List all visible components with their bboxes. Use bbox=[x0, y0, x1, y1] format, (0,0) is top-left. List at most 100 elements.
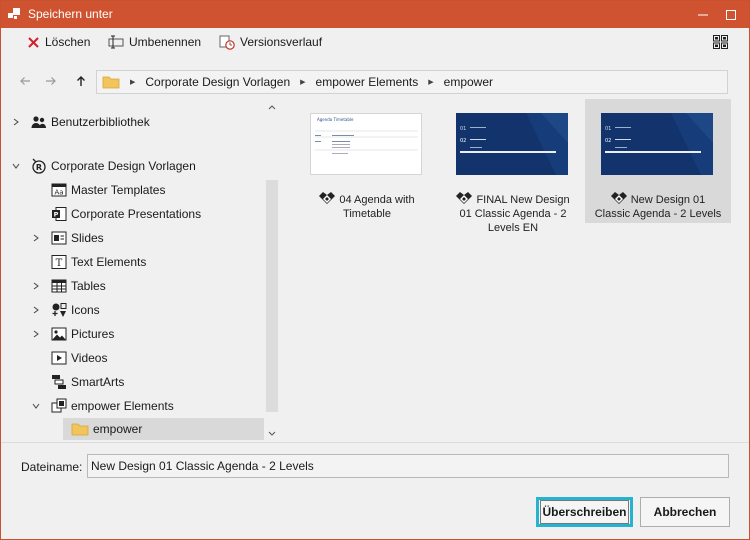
tree-item-label: empower bbox=[93, 422, 143, 436]
empower-logo-icon bbox=[319, 192, 336, 204]
app-icon bbox=[8, 8, 20, 19]
chevron-up-icon bbox=[268, 105, 276, 110]
picture-icon bbox=[51, 326, 67, 342]
chevron-right-icon[interactable] bbox=[31, 329, 41, 339]
tree-item-benutzerbibliothek[interactable]: Benutzerbibliothek bbox=[11, 111, 266, 133]
folder-icon bbox=[102, 76, 120, 89]
scroll-up-button[interactable] bbox=[267, 102, 277, 112]
tree-item-label: Benutzerbibliothek bbox=[51, 115, 150, 129]
divider bbox=[1, 442, 749, 443]
tree-item-slides[interactable]: Slides bbox=[31, 227, 266, 249]
minimize-button-hitbox bbox=[689, 1, 717, 28]
tree-item-corporate-design-vorlagen[interactable]: R Corporate Design Vorlagen bbox=[11, 155, 266, 177]
file-tile-final-new-design[interactable]: 01 02 FINAL New Design 01 Classic Agenda… bbox=[440, 99, 586, 234]
tree-scrollbar-thumb[interactable] bbox=[266, 180, 278, 412]
slide-thumbnail-blue: 01 02 bbox=[601, 113, 713, 175]
filename-label: Dateiname: bbox=[21, 460, 83, 474]
text-element-icon: T bbox=[51, 254, 67, 270]
chevron-right-icon[interactable] bbox=[11, 117, 21, 127]
brand-icon: R bbox=[31, 158, 47, 174]
powerpoint-icon: P bbox=[51, 206, 67, 222]
cancel-label: Abbrechen bbox=[653, 505, 717, 519]
overwrite-button[interactable]: Überschreiben bbox=[536, 497, 633, 527]
tree-item-icons[interactable]: Icons bbox=[31, 299, 266, 321]
arrow-up-icon bbox=[77, 76, 85, 86]
tree-item-label: Master Templates bbox=[71, 183, 166, 197]
tree-item-label: Corporate Presentations bbox=[71, 207, 202, 221]
breadcrumb-separator-icon: ▶ bbox=[300, 79, 306, 86]
forward-button[interactable] bbox=[43, 73, 59, 89]
tree-item-label: Videos bbox=[71, 351, 108, 365]
svg-text:02: 02 bbox=[460, 138, 466, 144]
maximize-icon bbox=[726, 9, 736, 20]
chevron-down-icon bbox=[268, 431, 276, 436]
rename-button[interactable]: Umbenennen bbox=[108, 33, 201, 51]
svg-text:01: 01 bbox=[605, 126, 611, 132]
grid-view-icon bbox=[713, 35, 728, 49]
tree-item-text-elements[interactable]: T Text Elements bbox=[51, 251, 266, 273]
toolbar: Löschen Umbenennen Versionsverlauf bbox=[1, 28, 749, 56]
breadcrumb-separator-icon: ▶ bbox=[428, 79, 434, 86]
tree-item-label: Pictures bbox=[71, 327, 115, 341]
rename-label: Umbenennen bbox=[129, 35, 202, 49]
svg-text:01: 01 bbox=[460, 126, 466, 132]
cancel-button[interactable]: Abbrechen bbox=[640, 497, 730, 527]
file-tile-agenda-timetable[interactable]: Agenda Timetable 04 Agenda with Timetabl… bbox=[294, 99, 440, 223]
svg-text:R: R bbox=[36, 163, 42, 172]
chevron-right-icon[interactable] bbox=[31, 281, 41, 291]
slide-thumbnail-blue: 01 02 bbox=[456, 113, 568, 175]
video-icon bbox=[51, 350, 67, 366]
smartart-icon bbox=[51, 374, 67, 390]
filename-input[interactable] bbox=[87, 454, 729, 478]
master-template-icon: Aa bbox=[51, 182, 67, 198]
address-bar[interactable]: ▶ Corporate Design Vorlagen ▶ empower El… bbox=[96, 70, 728, 94]
svg-text:Aa: Aa bbox=[54, 189, 63, 197]
tree-item-label: Corporate Design Vorlagen bbox=[51, 159, 196, 173]
delete-button[interactable]: Löschen bbox=[27, 33, 90, 51]
title-bar: Speichern unter bbox=[1, 1, 749, 28]
svg-text:P: P bbox=[54, 211, 59, 219]
breadcrumb-item-empower-elements[interactable]: empower Elements bbox=[316, 75, 419, 89]
tree-item-empower[interactable]: empower bbox=[63, 418, 264, 440]
scroll-down-button[interactable] bbox=[267, 429, 277, 439]
version-history-label: Versionsverlauf bbox=[240, 35, 323, 49]
empower-logo-icon bbox=[610, 192, 627, 204]
chevron-down-icon[interactable] bbox=[31, 401, 41, 411]
breadcrumb-item-empower[interactable]: empower bbox=[444, 75, 493, 89]
delete-x-icon bbox=[28, 36, 39, 48]
folder-icon bbox=[71, 421, 89, 437]
window-title: Speichern unter bbox=[28, 7, 113, 21]
chevron-down-icon[interactable] bbox=[11, 161, 21, 171]
svg-text:T: T bbox=[56, 258, 63, 269]
breadcrumb-item-corporate-design[interactable]: Corporate Design Vorlagen bbox=[145, 75, 290, 89]
table-icon bbox=[51, 278, 67, 294]
file-name: 04 Agenda with Timetable bbox=[294, 192, 440, 221]
tree-item-label: SmartArts bbox=[71, 375, 125, 389]
tree-item-empower-elements[interactable]: empower Elements bbox=[31, 395, 266, 417]
tree-item-master-templates[interactable]: Aa Master Templates bbox=[51, 179, 266, 201]
users-icon bbox=[31, 114, 47, 130]
tree-item-corporate-presentations[interactable]: P Corporate Presentations bbox=[51, 203, 266, 225]
elements-icon bbox=[51, 398, 67, 414]
back-button[interactable] bbox=[17, 73, 33, 89]
file-name: New Design 01 Classic Agenda - 2 Levels bbox=[594, 192, 722, 220]
save-as-dialog: Speichern unter Löschen Umbenennen Versi… bbox=[0, 0, 750, 540]
tree-item-pictures[interactable]: Pictures bbox=[31, 323, 266, 345]
maximize-button[interactable] bbox=[717, 1, 745, 28]
arrow-left-icon bbox=[20, 77, 30, 85]
tree-item-label: Text Elements bbox=[71, 255, 147, 269]
tree-item-label: Slides bbox=[71, 231, 104, 245]
up-button[interactable] bbox=[73, 73, 89, 89]
breadcrumb-separator-icon: ▶ bbox=[130, 79, 136, 86]
chevron-right-icon[interactable] bbox=[31, 233, 41, 243]
view-toggle-button[interactable] bbox=[713, 33, 728, 51]
tree-item-tables[interactable]: Tables bbox=[31, 275, 266, 297]
version-history-button[interactable]: Versionsverlauf bbox=[219, 33, 322, 51]
chevron-right-icon[interactable] bbox=[31, 305, 41, 315]
file-name: FINAL New Design 01 Classic Agenda - 2 L… bbox=[440, 192, 586, 235]
file-tile-new-design-01[interactable]: 01 02 New Design 01 Classic Agenda - 2 L… bbox=[585, 99, 731, 223]
rename-icon bbox=[108, 35, 124, 49]
tree-item-smartarts[interactable]: SmartArts bbox=[51, 371, 266, 393]
tree-item-videos[interactable]: Videos bbox=[51, 347, 266, 369]
svg-text:02: 02 bbox=[605, 138, 611, 144]
